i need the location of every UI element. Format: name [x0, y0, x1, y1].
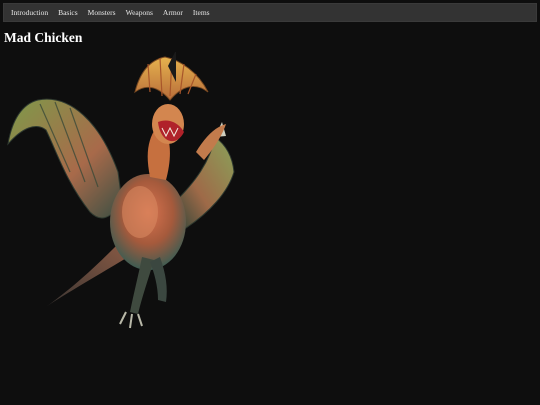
- nav-item-introduction[interactable]: Introduction: [4, 3, 53, 22]
- nav-item-basics[interactable]: Basics: [53, 3, 83, 22]
- page-title: Mad Chicken: [4, 30, 83, 45]
- nav-item-weapons[interactable]: Weapons: [121, 3, 158, 22]
- monster-left-wing: [7, 98, 123, 219]
- nav-item-monsters[interactable]: Monsters: [83, 3, 121, 22]
- top-navbar: Introduction Basics Monsters Weapons Arm…: [3, 3, 537, 22]
- nav-item-armor[interactable]: Armor: [158, 3, 188, 22]
- page: Introduction Basics Monsters Weapons Arm…: [0, 0, 540, 405]
- nav-item-items[interactable]: Items: [188, 3, 215, 22]
- monster-tail: [46, 242, 128, 307]
- monster-image: [7, 52, 235, 329]
